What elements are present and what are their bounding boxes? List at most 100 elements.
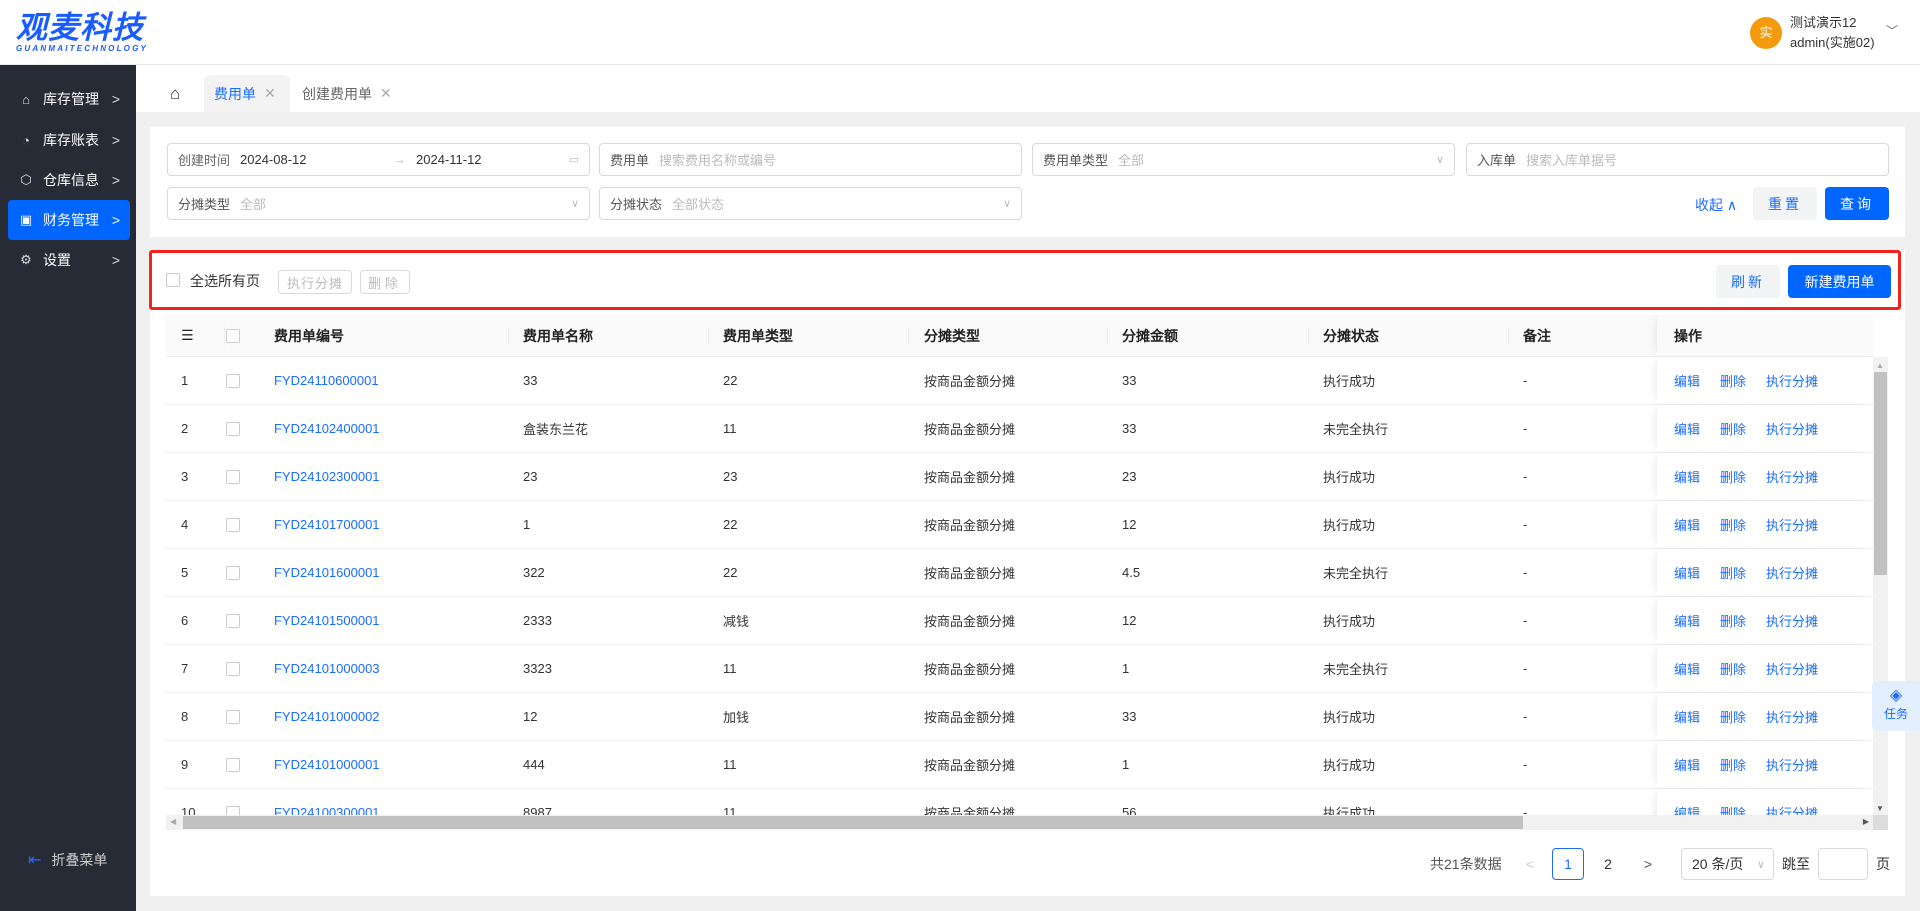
row-checkbox[interactable]: [226, 662, 240, 676]
date-start[interactable]: 2024-08-12: [240, 152, 307, 167]
sidebar-item-settings[interactable]: ⚙ 设置 >: [8, 240, 130, 280]
bill-code[interactable]: FYD24101500001: [274, 597, 380, 644]
row-action-execute[interactable]: 执行分摊: [1766, 357, 1818, 404]
delete-button[interactable]: 删除: [360, 270, 410, 294]
bill-code[interactable]: FYD24102400001: [274, 405, 380, 452]
new-expense-bill-button[interactable]: 新建费用单: [1788, 265, 1891, 298]
row-action-delete[interactable]: 删除: [1720, 501, 1746, 548]
alloc-type: 按商品金额分摊: [924, 758, 1016, 773]
sidebar-item-warehouse[interactable]: ⬡ 仓库信息 >: [8, 160, 130, 200]
row-action-edit[interactable]: 编辑: [1674, 501, 1700, 548]
alloc-status-select[interactable]: 分摊状态 全部状态 ∨: [599, 187, 1022, 220]
row-checkbox[interactable]: [226, 422, 240, 436]
row-action-edit[interactable]: 编辑: [1674, 597, 1700, 644]
select-all-checkbox[interactable]: [226, 329, 240, 343]
jump-page-input[interactable]: [1818, 848, 1868, 880]
page-2[interactable]: 2: [1592, 848, 1624, 880]
page-size-select[interactable]: 20 条/页 ∨: [1681, 848, 1774, 880]
alloc-type: 按商品金额分摊: [924, 422, 1016, 437]
row-action-execute[interactable]: 执行分摊: [1766, 693, 1818, 740]
row-action-execute[interactable]: 执行分摊: [1766, 645, 1818, 692]
row-checkbox[interactable]: [226, 518, 240, 532]
sidebar-item-label: 财务管理: [43, 212, 99, 228]
row-action-execute[interactable]: 执行分摊: [1766, 549, 1818, 596]
chevron-down-icon[interactable]: ﹀: [1886, 22, 1898, 39]
row-action-delete[interactable]: 删除: [1720, 453, 1746, 500]
row-checkbox[interactable]: [226, 758, 240, 772]
sidebar-item-inventory[interactable]: ⌂ 库存管理 >: [8, 79, 130, 119]
row-action-execute[interactable]: 执行分摊: [1766, 405, 1818, 452]
column-header-amount: 分摊金额: [1122, 327, 1178, 344]
alloc-type-select[interactable]: 分摊类型 全部 ∨: [167, 187, 590, 220]
chevron-right-icon: >: [111, 252, 120, 268]
refresh-button[interactable]: 刷新: [1716, 265, 1780, 298]
row-action-edit[interactable]: 编辑: [1674, 741, 1700, 788]
row-action-edit[interactable]: 编辑: [1674, 549, 1700, 596]
bill-code[interactable]: FYD24102300001: [274, 453, 380, 500]
bill-code[interactable]: FYD24101000001: [274, 741, 380, 788]
close-icon[interactable]: ✕: [380, 85, 392, 102]
row-action-execute[interactable]: 执行分摊: [1766, 453, 1818, 500]
row-action-execute[interactable]: 执行分摊: [1766, 741, 1818, 788]
row-action-execute[interactable]: 执行分摊: [1766, 597, 1818, 644]
tab-create-expense-bill[interactable]: 创建费用单 ✕: [292, 75, 402, 112]
row-checkbox[interactable]: [226, 470, 240, 484]
row-checkbox[interactable]: [226, 374, 240, 388]
bill-code[interactable]: FYD24101000003: [274, 645, 380, 692]
row-checkbox[interactable]: [226, 614, 240, 628]
row-action-delete[interactable]: 删除: [1720, 405, 1746, 452]
sidebar-item-reports[interactable]: ◔ 库存账表 >: [8, 120, 130, 160]
row-action-edit[interactable]: 编辑: [1674, 453, 1700, 500]
created-date-range[interactable]: 创建时间 2024-08-12 → 2024-11-12 ▭: [167, 143, 590, 176]
horizontal-scrollbar[interactable]: ◀ ▶: [166, 815, 1873, 830]
row-action-execute[interactable]: 执行分摊: [1766, 501, 1818, 548]
box-icon: ⬡: [20, 172, 32, 187]
bill-code[interactable]: FYD24110600001: [274, 357, 379, 404]
row-action-delete[interactable]: 删除: [1720, 645, 1746, 692]
bill-code[interactable]: FYD24101000002: [274, 693, 380, 740]
bill-type-select[interactable]: 费用单类型 全部 ∨: [1032, 143, 1455, 176]
user-menu[interactable]: 测试演示12 admin(实施02): [1790, 13, 1875, 53]
task-widget-button[interactable]: ◈ 任务: [1872, 681, 1920, 731]
inbound-search[interactable]: 入库单 搜索入库单据号: [1466, 143, 1889, 176]
row-action-delete[interactable]: 删除: [1720, 357, 1746, 404]
scroll-up-icon[interactable]: ▲: [1876, 361, 1884, 370]
date-end[interactable]: 2024-11-12: [416, 152, 482, 167]
scroll-left-icon[interactable]: ◀: [170, 817, 176, 826]
bill-code[interactable]: FYD24101700001: [274, 501, 380, 548]
row-action-edit[interactable]: 编辑: [1674, 405, 1700, 452]
reset-button[interactable]: 重置: [1753, 187, 1817, 220]
vertical-scroll-thumb[interactable]: [1874, 372, 1887, 575]
row-checkbox[interactable]: [226, 710, 240, 724]
next-page-icon[interactable]: >: [1638, 848, 1658, 880]
tab-expense-bills[interactable]: 费用单 ✕: [204, 75, 290, 112]
execute-allocation-button[interactable]: 执行分摊: [278, 270, 352, 294]
row-action-delete[interactable]: 删除: [1720, 741, 1746, 788]
column-header-type: 费用单类型: [723, 327, 793, 344]
sidebar: ⌂ 库存管理 > ◔ 库存账表 > ⬡ 仓库信息 > ▣ 财务管理 > ⚙ 设置 >: [0, 65, 136, 911]
close-icon[interactable]: ✕: [264, 85, 276, 102]
row-action-edit[interactable]: 编辑: [1674, 645, 1700, 692]
bill-code[interactable]: FYD24101600001: [274, 549, 380, 596]
select-all-pages-checkbox[interactable]: [166, 273, 180, 287]
home-tab[interactable]: ⌂: [160, 75, 190, 112]
expense-bill-search[interactable]: 费用单 搜索费用名称或编号: [599, 143, 1022, 176]
prev-page-icon[interactable]: <: [1520, 848, 1540, 880]
scroll-down-icon[interactable]: ▼: [1876, 804, 1884, 813]
horizontal-scroll-thumb[interactable]: [183, 816, 1523, 829]
avatar[interactable]: 实: [1750, 17, 1782, 49]
collapse-menu-button[interactable]: ⇤ 折叠菜单: [28, 850, 107, 870]
sidebar-item-finance[interactable]: ▣ 财务管理 >: [8, 200, 130, 240]
row-checkbox[interactable]: [226, 566, 240, 580]
page-1[interactable]: 1: [1552, 848, 1584, 880]
row-action-edit[interactable]: 编辑: [1674, 357, 1700, 404]
scroll-right-icon[interactable]: ▶: [1863, 817, 1869, 826]
row-action-delete[interactable]: 删除: [1720, 693, 1746, 740]
column-settings-icon[interactable]: ☰: [181, 315, 194, 356]
collapse-filters-button[interactable]: 收起 ∧: [1695, 195, 1737, 215]
row-action-delete[interactable]: 删除: [1720, 549, 1746, 596]
row-action-delete[interactable]: 删除: [1720, 597, 1746, 644]
row-action-edit[interactable]: 编辑: [1674, 693, 1700, 740]
query-button[interactable]: 查询: [1825, 187, 1889, 220]
vertical-scrollbar[interactable]: ▲ ▼: [1873, 357, 1888, 815]
